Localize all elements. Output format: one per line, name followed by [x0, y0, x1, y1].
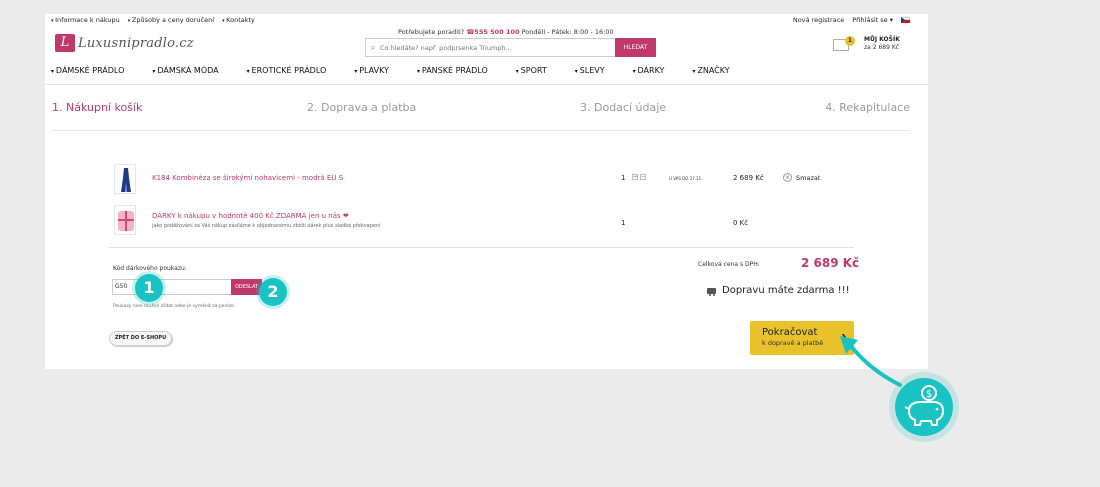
voucher-submit-button[interactable]: ODESLAT: [231, 279, 262, 295]
item-quantity: 1: [621, 174, 626, 182]
top-link-delivery[interactable]: Způsoby a ceny doručení: [128, 16, 214, 24]
step-delivery-details: 3. Dodací údaje: [580, 101, 667, 114]
item-delivery-date: U VÁS DO 27.11.: [669, 176, 703, 181]
top-link-contacts[interactable]: Kontakty: [222, 16, 255, 24]
step-delivery-payment: 2. Doprava a platba: [307, 101, 417, 114]
jumpsuit-image: [121, 168, 131, 192]
total-price: 2 689 Kč: [801, 256, 860, 270]
nav-divider: [45, 84, 928, 85]
shop-page: Informace k nákupu Způsoby a ceny doruče…: [45, 14, 928, 369]
close-icon: ×: [783, 173, 792, 182]
search-icon: ⌕: [370, 42, 376, 52]
back-to-shop-button[interactable]: ZPĚT DO E-SHOPU: [109, 331, 172, 346]
nav-item-darky[interactable]: DÁRKY: [633, 66, 665, 75]
nav-item-damska-moda[interactable]: DÁMSKÁ MÓDA: [152, 66, 218, 75]
help-text: Potřebujete poradit?: [398, 28, 465, 36]
nav-item-eroticke-pradlo[interactable]: EROTICKÉ PRÁDLO: [247, 66, 327, 75]
step-cart: 1. Nákupní košík: [52, 101, 143, 114]
svg-text:$: $: [926, 389, 932, 400]
cart[interactable]: 1 MŮJ KOŠÍK za 2 689 Kč: [833, 35, 913, 57]
top-link-info[interactable]: Informace k nákupu: [51, 16, 120, 24]
product-thumbnail[interactable]: [114, 205, 136, 235]
truck-icon: [707, 287, 716, 296]
annotation-badge-1: 1: [135, 274, 163, 302]
product-thumbnail[interactable]: [114, 164, 136, 194]
checkout-steps: 1. Nákupní košík 2. Doprava a platba 3. …: [52, 101, 910, 115]
voucher-note: Poukazy není možné sčítat nebo je vyměni…: [113, 304, 236, 309]
phone-number[interactable]: ☎555 500 100: [466, 28, 519, 36]
continue-button[interactable]: Pokračovat k dopravě a platbě ❯: [750, 321, 854, 355]
login-link[interactable]: Přihlásit se ▾: [852, 16, 893, 24]
items-divider: [108, 247, 854, 248]
phone-value: 555 500 100: [474, 28, 520, 36]
nav-item-panske-pradlo[interactable]: PÁNSKÉ PRÁDLO: [417, 66, 488, 75]
search-button[interactable]: HLEDAT: [615, 38, 656, 57]
logo-text: Luxusnipradlo.cz: [78, 35, 194, 51]
login-label: Přihlásit se: [852, 16, 888, 24]
cart-item: DÁRKY k nákupu v hodnotě 400 Kč ZDARMA j…: [114, 205, 859, 237]
item-name[interactable]: K184 Kombinéza se širokými nohavicemi - …: [152, 174, 343, 182]
item-price: 2 689 Kč: [733, 174, 764, 182]
register-link[interactable]: Nová registrace: [793, 16, 844, 24]
gift-image: [118, 211, 134, 231]
item-description: jako poděkování za Váš nákup zasíláme k …: [152, 223, 381, 229]
quantity-plus-button[interactable]: +: [632, 174, 638, 180]
item-quantity: 1: [621, 219, 626, 227]
help-line: Potřebujete poradit? ☎555 500 100 Ponděl…: [398, 28, 614, 36]
voucher-label: Kód dárkového poukazu:: [113, 265, 187, 272]
piggy-bank-badge: $: [889, 372, 959, 442]
cart-title: MŮJ KOŠÍK: [864, 36, 900, 43]
chevron-right-icon: ❯: [840, 334, 848, 344]
voucher-code-input[interactable]: G50: [112, 279, 232, 295]
nav-item-damske-pradlo[interactable]: DÁMSKÉ PRÁDLO: [51, 66, 124, 75]
opening-hours: Pondělí - Pátek: 8:00 - 16:00: [521, 28, 614, 36]
delete-label: Smazat: [796, 173, 821, 182]
nav-item-sport[interactable]: SPORT: [516, 66, 547, 75]
search-bar: ⌕ HLEDAT: [365, 38, 656, 57]
cart-item: K184 Kombinéza se širokými nohavicemi - …: [114, 164, 859, 196]
logo-mark-icon: L: [55, 34, 75, 52]
logo[interactable]: L Luxusnipradlo.cz: [55, 34, 194, 52]
free-shipping-text: Dopravu máte zdarma !!!: [722, 285, 850, 296]
czech-flag-icon[interactable]: [901, 17, 910, 23]
annotation-badge-2: 2: [259, 278, 287, 306]
steps-divider: [52, 130, 910, 131]
delete-item-button[interactable]: × Smazat: [783, 173, 820, 182]
nav-item-plavky[interactable]: PLAVKY: [354, 66, 389, 75]
search-input[interactable]: [380, 39, 655, 56]
cart-count-badge: 1: [845, 36, 855, 46]
top-bar: Informace k nákupu Způsoby a ceny doruče…: [51, 16, 910, 28]
free-shipping-notice: Dopravu máte zdarma !!!: [707, 285, 850, 296]
cart-sum: za 2 689 Kč: [864, 44, 900, 51]
nav-item-znacky[interactable]: ZNAČKY: [692, 66, 729, 75]
quantity-minus-button[interactable]: −: [640, 174, 646, 180]
item-price: 0 Kč: [733, 219, 749, 227]
main-nav: DÁMSKÉ PRÁDLO DÁMSKÁ MÓDA EROTICKÉ PRÁDL…: [51, 66, 758, 75]
item-name[interactable]: DÁRKY k nákupu v hodnotě 400 Kč ZDARMA j…: [152, 212, 349, 220]
piggy-bank-icon: $: [895, 378, 953, 436]
total-label: Celková cena s DPH:: [698, 261, 760, 268]
nav-item-slevy[interactable]: SLEVY: [575, 66, 605, 75]
step-summary: 4. Rekapitulace: [825, 101, 910, 114]
